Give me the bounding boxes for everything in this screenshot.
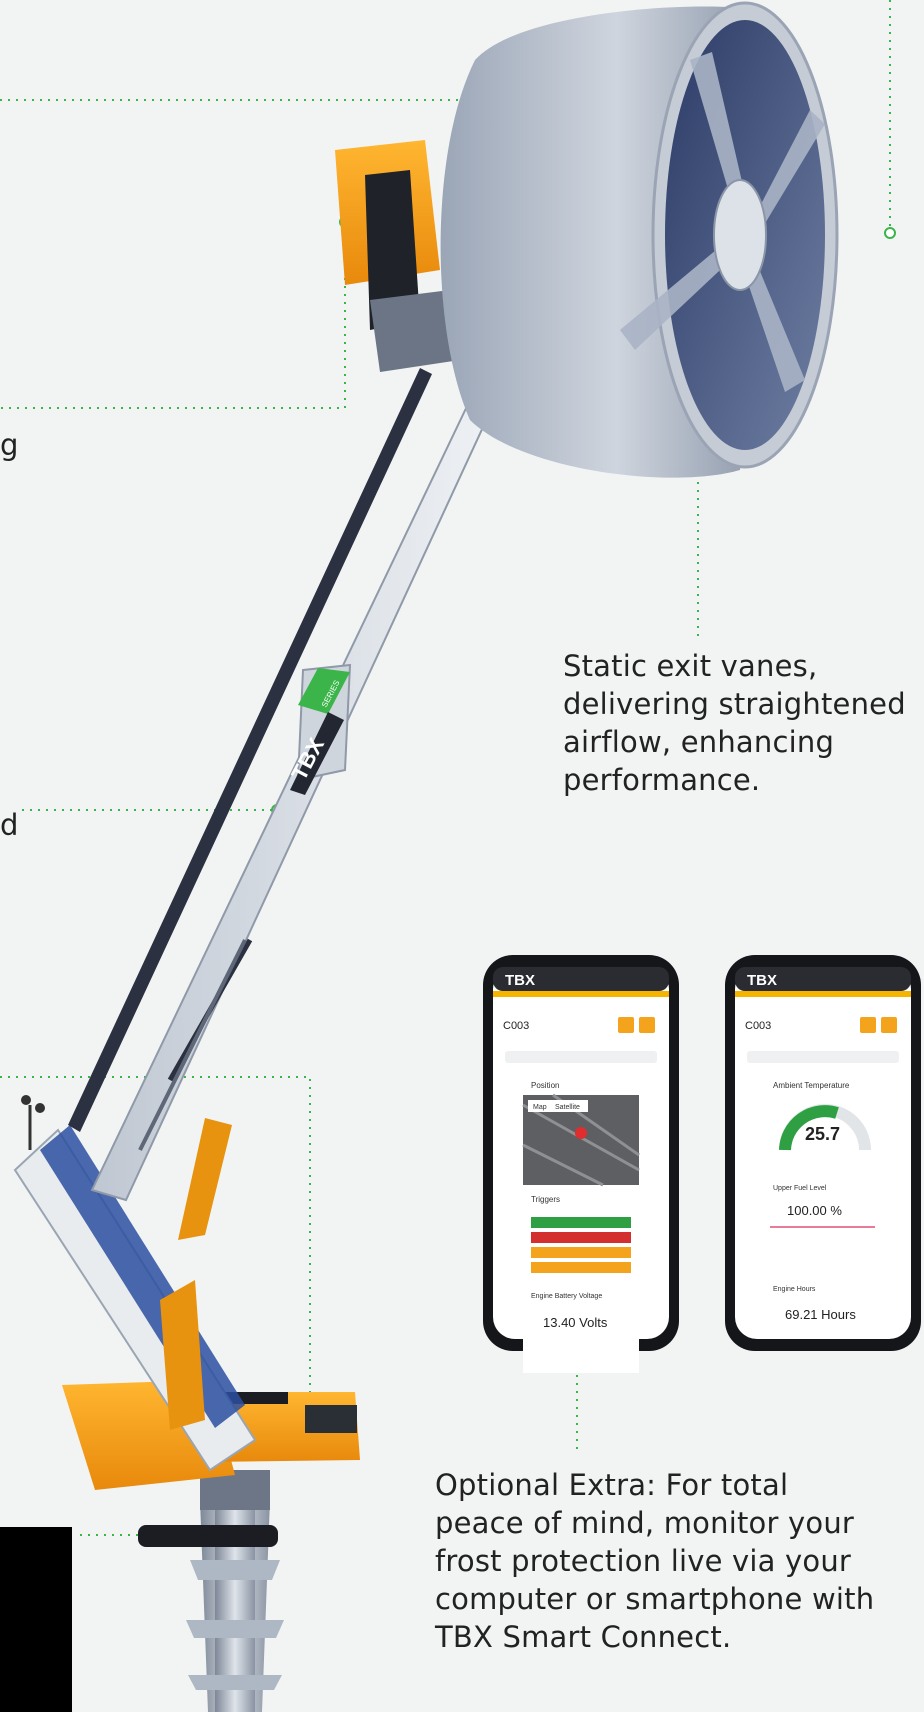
phone-left-position: Position (531, 1081, 559, 1090)
callout-smart-line: TBX Smart Connect. (435, 1620, 732, 1654)
callout-vanes: Static exit vanes, delivering straighten… (563, 647, 906, 799)
product-stage: TBX SERIES TBX C003 Position Map Satelli… (0, 0, 924, 1712)
callout-vanes-line: Static exit vanes, (563, 649, 818, 683)
phone-right-gauge-value: 25.7 (805, 1124, 840, 1144)
fan-shroud (440, 1, 839, 478)
phone-right-hours-label: Engine Hours (773, 1286, 816, 1293)
map-tab-map[interactable]: Map (533, 1104, 547, 1111)
phone-right: TBX C003 Ambient Temperature 25.7 Upper … (725, 955, 921, 1351)
phone-right-site: C003 (745, 1020, 771, 1032)
phone-right-logo: TBX (747, 972, 777, 989)
callout-fragment-gearbox: g (0, 428, 19, 462)
phone-right-fuel-value: 100.00 % (787, 1203, 842, 1218)
phone-right-fuel-label: Upper Fuel Level (773, 1185, 827, 1192)
callout-smart-line: peace of mind, monitor your (435, 1506, 855, 1540)
phone-left: TBX C003 Position Map Satellite Triggers… (483, 955, 679, 1373)
callout-line-gearbox (0, 222, 346, 409)
phone-left-triggers: Triggers (531, 1195, 560, 1204)
phone-right-gauge-label: Ambient Temperature (773, 1081, 850, 1090)
callout-smart-line: Optional Extra: For total (435, 1468, 789, 1502)
trigger-orange-2 (531, 1262, 631, 1273)
phone-left-site: C003 (503, 1020, 529, 1032)
callout-smart-line: frost protection live via your (435, 1544, 852, 1578)
trigger-red (531, 1232, 631, 1243)
phone-right-hours-value: 69.21 Hours (785, 1307, 856, 1322)
phone-left-logo: TBX (505, 972, 535, 989)
callout-vanes-line: delivering straightened (563, 687, 906, 721)
phone-left-metric-value: 13.40 Volts (543, 1315, 608, 1330)
phone-left-metric-label: Engine Battery Voltage (531, 1293, 602, 1300)
mast-arm: TBX SERIES (68, 368, 492, 1240)
callout-vanes-line: performance. (563, 763, 761, 797)
map-tab-satellite[interactable]: Satellite (555, 1104, 580, 1111)
black-overlay-block (0, 1527, 72, 1712)
trigger-green (531, 1217, 631, 1228)
tilt-handle (138, 1525, 278, 1547)
callout-fragment-mast: d (0, 808, 19, 842)
wind-machine-illustration: TBX SERIES TBX C003 Position Map Satelli… (0, 0, 921, 1712)
tower-pole (138, 1470, 284, 1712)
callout-vanes-line: airflow, enhancing (563, 725, 835, 759)
callout-smart-connect: Optional Extra: For total peace of mind,… (435, 1466, 874, 1656)
callout-smart-line: computer or smartphone with (435, 1582, 875, 1616)
trigger-orange-1 (531, 1247, 631, 1258)
